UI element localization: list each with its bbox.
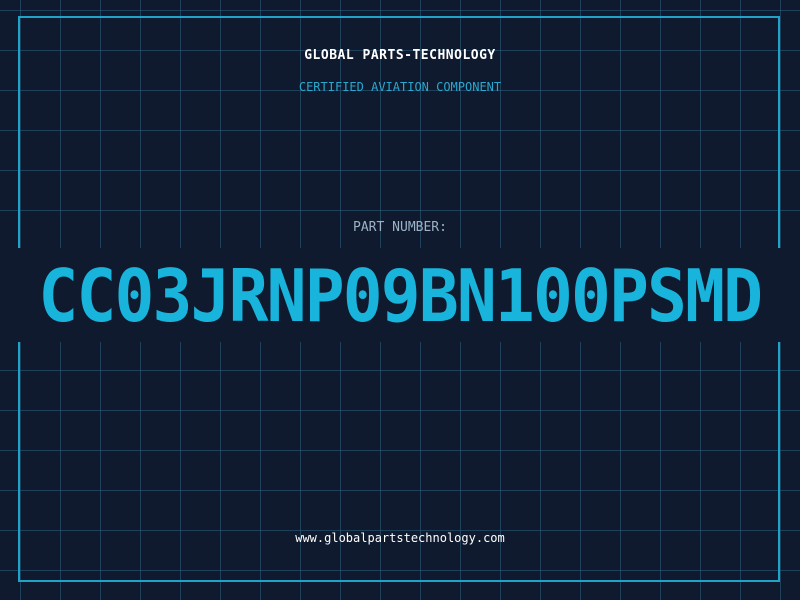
company-name: GLOBAL PARTS-TECHNOLOGY [304,48,496,63]
website-url: www.globalpartstechnology.com [295,531,505,545]
certification-text: CERTIFIED AVIATION COMPONENT [298,80,502,94]
part-number-label: PART NUMBER: [353,220,447,235]
part-label-card: GLOBAL PARTS-TECHNOLOGY CERTIFIED AVIATI… [0,0,800,600]
part-number-value: CC03JRNP09BN100PSMD [0,256,800,336]
part-number-text: CC03JRNP09BN100PSMD [38,256,764,336]
